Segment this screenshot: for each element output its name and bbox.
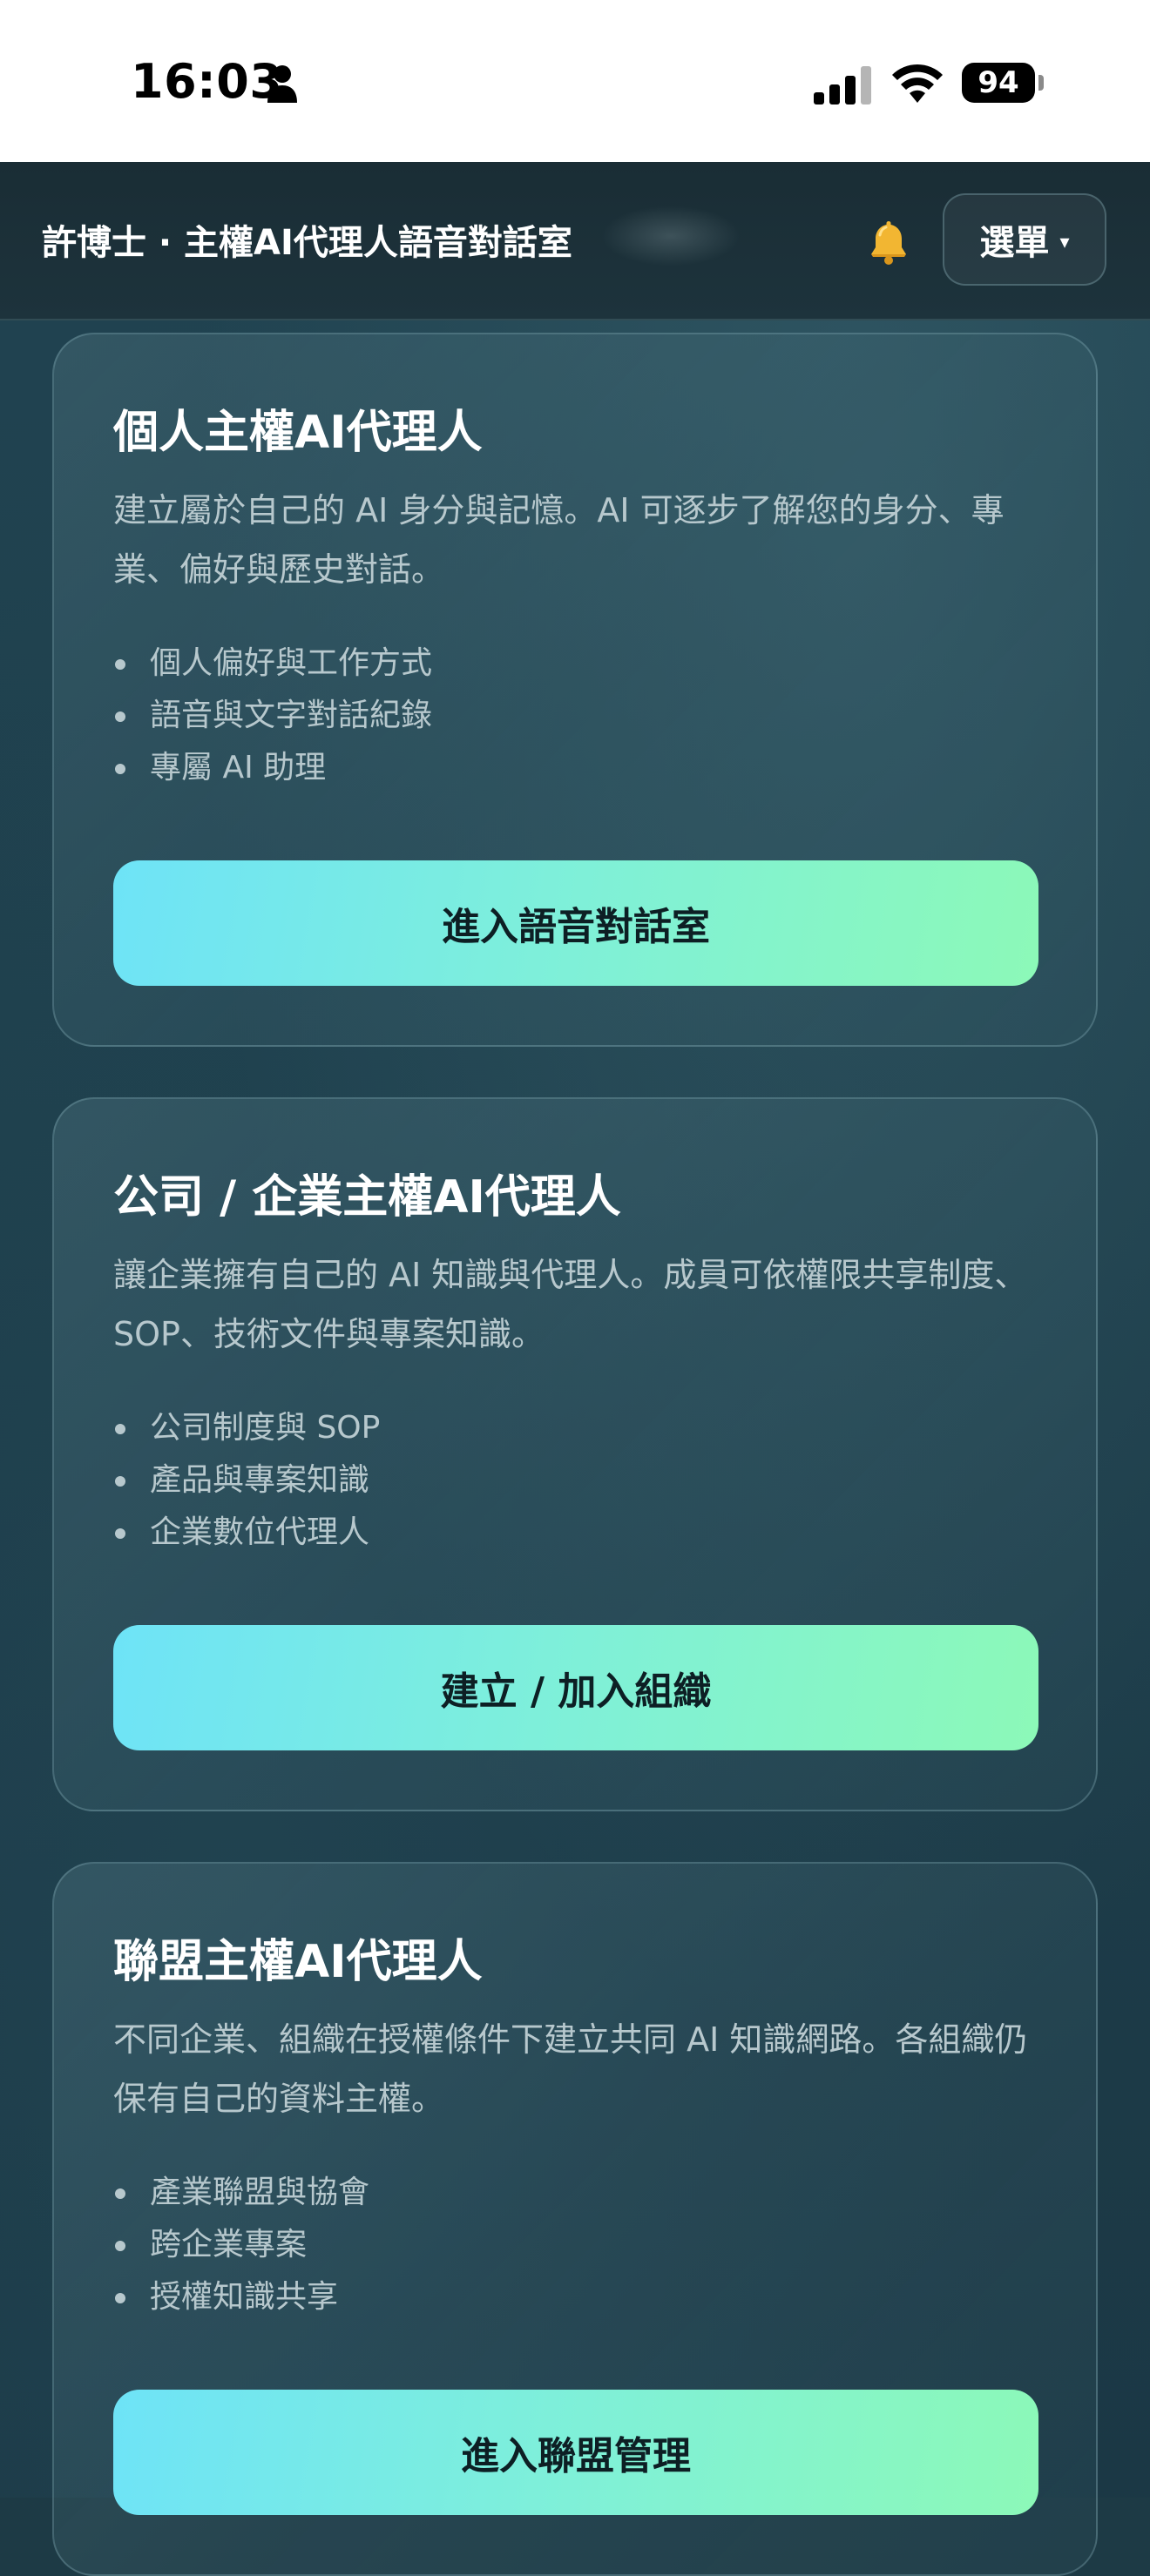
battery-cap bbox=[1038, 75, 1044, 91]
list-item: 產業聯盟與協會 bbox=[113, 2167, 369, 2219]
battery-icon: 94 bbox=[962, 63, 1035, 103]
list-item: 跨企業專案 bbox=[113, 2219, 369, 2271]
bullet-icon bbox=[115, 2293, 125, 2303]
bullet-icon bbox=[115, 711, 125, 722]
wifi-icon bbox=[892, 64, 943, 103]
card-title: 聯盟主權AI代理人 bbox=[113, 1936, 483, 1988]
feature-list: 公司制度與 SOP 產品與專案知識 企業數位代理人 bbox=[113, 1402, 380, 1559]
bullet-icon bbox=[115, 2241, 125, 2251]
card-enterprise-agent: 公司 / 企業主權AI代理人 讓企業擁有自己的 AI 知識與代理人。成員可依權限… bbox=[52, 1097, 1098, 1811]
bullet-icon bbox=[115, 2188, 125, 2199]
list-item-label: 語音與文字對話紀錄 bbox=[150, 698, 433, 733]
card-alliance-agent: 聯盟主權AI代理人 不同企業、組織在授權條件下建立共同 AI 知識網路。各組織仍… bbox=[52, 1862, 1098, 2576]
feature-list: 產業聯盟與協會 跨企業專案 授權知識共享 bbox=[113, 2167, 369, 2323]
list-item: 授權知識共享 bbox=[113, 2271, 369, 2323]
card-description: 讓企業擁有自己的 AI 知識與代理人。成員可依權限共享制度、SOP、技術文件與專… bbox=[113, 1256, 1028, 1353]
chevron-down-icon: ▾ bbox=[1059, 231, 1070, 253]
list-item: 專屬 AI 助理 bbox=[113, 742, 432, 794]
bullet-icon bbox=[115, 764, 125, 774]
list-item: 個人偏好與工作方式 bbox=[113, 637, 432, 690]
card-personal-agent: 個人主權AI代理人 建立屬於自己的 AI 身分與記憶。AI 可逐步了解您的身分、… bbox=[52, 333, 1098, 1047]
feature-list: 個人偏好與工作方式 語音與文字對話紀錄 專屬 AI 助理 bbox=[113, 637, 432, 794]
list-item: 產品與專案知識 bbox=[113, 1454, 380, 1507]
list-item: 語音與文字對話紀錄 bbox=[113, 690, 432, 742]
menu-button[interactable]: 選單 ▾ bbox=[943, 193, 1106, 286]
bullet-icon bbox=[115, 659, 125, 670]
app-header: 許博士 · 主權AI代理人語音對話室 選單 ▾ bbox=[0, 162, 1150, 320]
list-item-label: 專屬 AI 助理 bbox=[150, 750, 327, 786]
bell-icon[interactable] bbox=[864, 218, 913, 266]
enter-voice-room-button[interactable]: 進入語音對話室 bbox=[113, 860, 1038, 986]
signal-icon bbox=[814, 66, 871, 105]
create-join-organization-button[interactable]: 建立 / 加入組織 bbox=[113, 1625, 1038, 1750]
enter-alliance-management-button[interactable]: 進入聯盟管理 bbox=[113, 2390, 1038, 2515]
list-item-label: 跨企業專案 bbox=[150, 2227, 308, 2262]
menu-label: 選單 bbox=[979, 223, 1050, 263]
bullet-icon bbox=[115, 1424, 125, 1434]
list-item-label: 授權知識共享 bbox=[150, 2279, 339, 2315]
card-title: 個人主權AI代理人 bbox=[113, 407, 483, 459]
list-item: 公司制度與 SOP bbox=[113, 1402, 380, 1454]
bullet-icon bbox=[115, 1528, 125, 1539]
app-title: 許博士 · 主權AI代理人語音對話室 bbox=[42, 223, 572, 263]
status-bar: 16:03 94 bbox=[0, 0, 1150, 162]
list-item-label: 企業數位代理人 bbox=[150, 1514, 370, 1550]
title-blur-overlay bbox=[601, 206, 741, 266]
list-item-label: 公司制度與 SOP bbox=[150, 1410, 381, 1446]
card-description: 不同企業、組織在授權條件下建立共同 AI 知識網路。各組織仍保有自己的資料主權。 bbox=[113, 2020, 1028, 2118]
list-item-label: 產品與專案知識 bbox=[150, 1462, 370, 1498]
list-item: 企業數位代理人 bbox=[113, 1507, 380, 1559]
person-icon bbox=[267, 65, 297, 103]
battery-level: 94 bbox=[978, 65, 1019, 100]
card-description: 建立屬於自己的 AI 身分與記憶。AI 可逐步了解您的身分、專業、偏好與歷史對話… bbox=[113, 491, 1005, 589]
card-title: 公司 / 企業主權AI代理人 bbox=[113, 1171, 621, 1224]
status-time: 16:03 bbox=[131, 54, 283, 109]
list-item-label: 個人偏好與工作方式 bbox=[150, 645, 433, 681]
bullet-icon bbox=[115, 1476, 125, 1487]
list-item-label: 產業聯盟與協會 bbox=[150, 2175, 370, 2210]
